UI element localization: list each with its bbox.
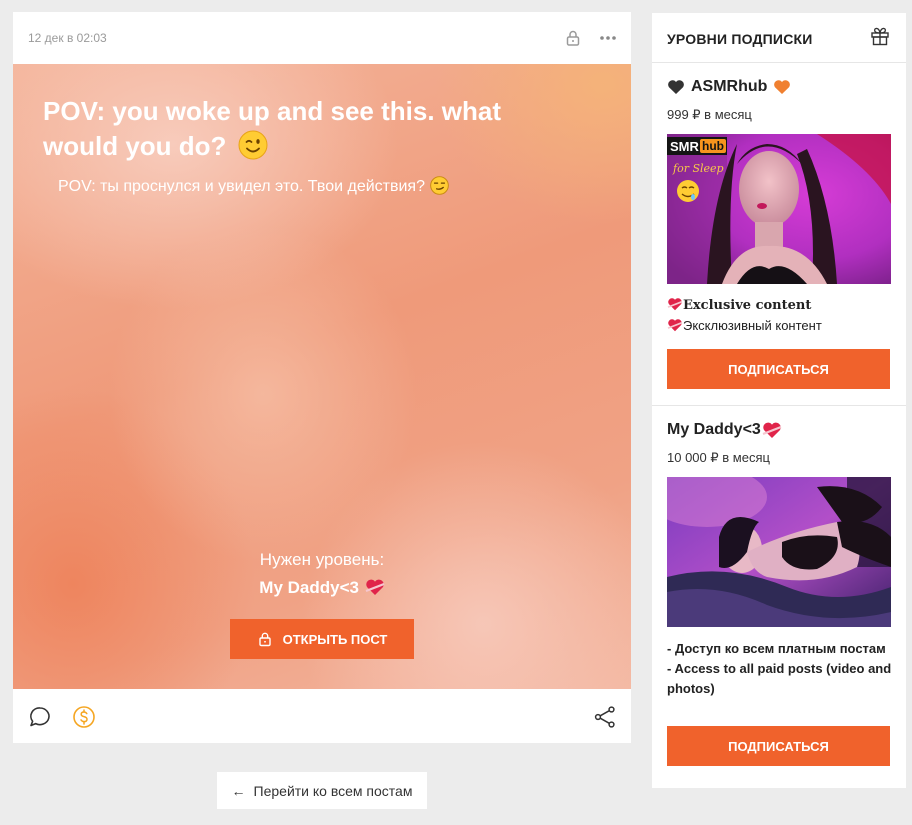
post-header: 12 дек в 02:03 [13,12,631,64]
tier-desc-line-ru: - Доступ ко всем платным постам [667,641,886,656]
post-subtitle: POV: ты проснулся и увидел это. Твои дей… [58,176,450,196]
tier-price: 10 000 ₽ в месяц [667,450,770,465]
smirking-face-icon [430,176,450,195]
post-footer [13,689,631,743]
tier-cover-photo: SMR hub for Sleep [667,134,891,284]
back-to-all-posts-link[interactable]: ← Перейти ко всем постам [217,772,427,809]
subscribe-button[interactable]: ПОДПИСАТЬСЯ [667,349,890,389]
post-subtitle-text: POV: ты проснулся и увидел это. Твои дей… [58,178,425,195]
brand-smr-text: SMR [670,139,700,154]
post-date: 12 дек в 02:03 [28,31,107,45]
tier-description: - Доступ ко всем платным постам - Access… [667,639,895,699]
tier-name: ASMRhub [667,78,791,96]
heart-ribbon-icon [365,579,385,595]
tier-cover-photo [667,477,891,627]
tier-name-text: ASMRhub [691,78,768,95]
tier-price: 999 ₽ в месяц [667,107,752,122]
tier-description: Exclusive content Эксклюзивный контент [667,295,895,336]
open-post-button[interactable]: ОТКРЫТЬ ПОСТ [230,619,414,659]
orange-heart-icon [774,80,791,94]
post-card: 12 дек в 02:03 POV: you woke up and see … [13,12,631,743]
black-heart-icon [668,80,684,94]
brand-caption-text: for Sleep [672,162,724,175]
tier-name-text: My Daddy<3 [667,421,761,438]
heart-ribbon-icon [762,422,782,438]
arrow-left-icon: ← [231,782,246,799]
tiers-header: УРОВНИ ПОДПИСКИ [652,13,906,63]
gift-icon[interactable] [870,26,890,46]
tier-desc-line: Exclusive content [667,295,895,316]
share-icon[interactable] [593,705,617,729]
subscription-tiers-panel: УРОВНИ ПОДПИСКИ ASMRhub 999 ₽ в месяц SM… [652,13,906,788]
brand-hub-text: hub [702,139,724,153]
post-title: POV: you woke up and see this. what woul… [43,94,583,164]
tier-cover-image: SMR hub for Sleep [667,134,891,284]
tiers-title: УРОВНИ ПОДПИСКИ [667,31,813,47]
subscribe-button[interactable]: ПОДПИСАТЬСЯ [667,726,890,766]
donate-icon[interactable] [72,705,96,729]
post-title-text: POV: you woke up and see this. what woul… [43,96,501,161]
lock-icon[interactable] [563,28,583,48]
required-level-label: Нужен уровень: [259,550,385,569]
lock-icon [258,632,271,647]
tier-desc-en: Exclusive content [683,298,812,313]
tier-desc-ru: Эксклюзивный контент [683,318,822,333]
tier-card-asmrhub: ASMRhub 999 ₽ в месяц SMR hub for Sleep … [652,63,906,406]
tier-name: My Daddy<3 [667,421,782,439]
more-icon[interactable] [598,28,618,48]
tier-cover-image [667,477,891,627]
tier-desc-line-en: - Access to all paid posts (video and ph… [667,661,892,696]
locked-post-preview: POV: you woke up and see this. what woul… [13,64,631,689]
tier-card-my-daddy: My Daddy<3 10 000 ₽ в месяц - Доступ ко … [652,406,906,786]
winking-face-icon [238,130,268,160]
heart-ribbon-icon [667,319,683,332]
heart-ribbon-icon [667,298,683,311]
open-post-label: ОТКРЫТЬ ПОСТ [282,631,388,647]
tier-desc-line: Эксклюзивный контент [667,316,895,336]
back-link-label: Перейти ко всем постам [253,782,413,799]
comment-icon[interactable] [28,705,52,729]
required-tier-name: My Daddy<3 [13,578,631,598]
required-tier-text: My Daddy<3 [259,578,359,597]
